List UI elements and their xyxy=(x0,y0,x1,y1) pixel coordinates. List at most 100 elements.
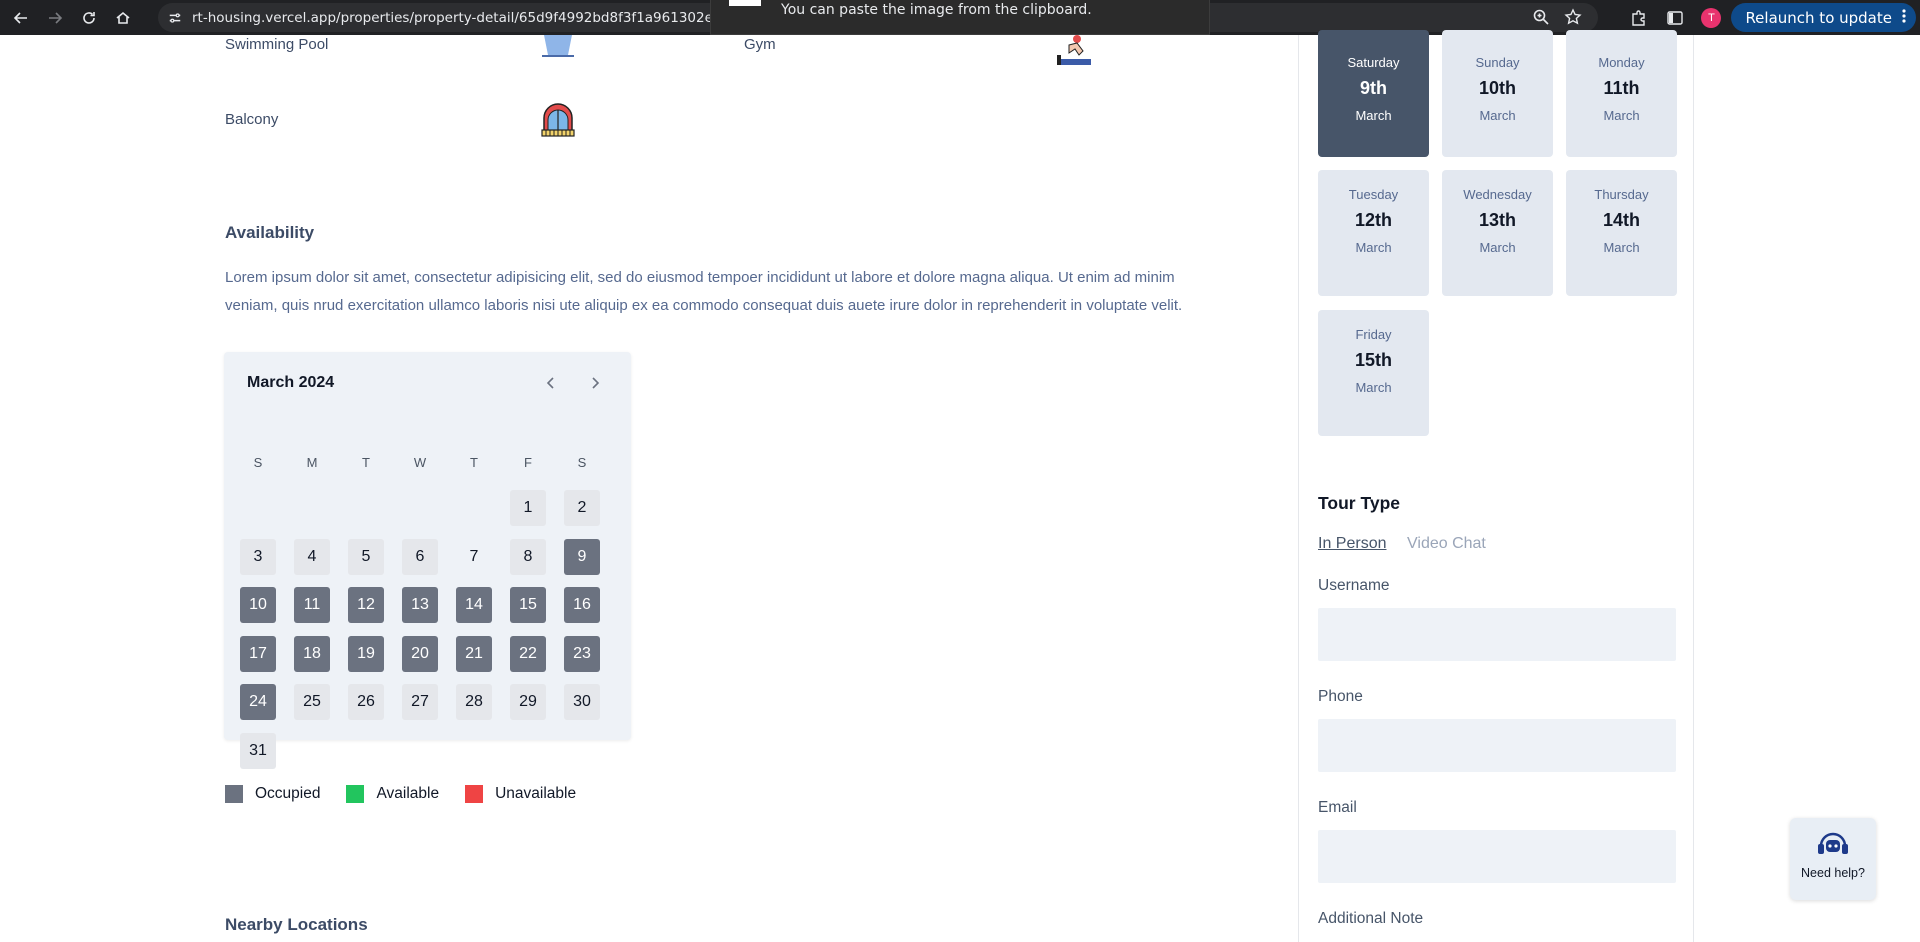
url-text[interactable]: rt-housing.vercel.app/properties/propert… xyxy=(192,10,713,26)
calendar-month-title: March 2024 xyxy=(247,374,335,391)
calendar-day[interactable]: 26 xyxy=(348,684,384,720)
date-card-month: March xyxy=(1355,108,1392,123)
calendar-day[interactable]: 2 xyxy=(564,490,600,526)
calendar-day[interactable]: 24 xyxy=(240,684,276,720)
legend-occupied-label: Occupied xyxy=(255,785,321,802)
date-card[interactable]: Sunday 10th March xyxy=(1442,30,1553,157)
date-card-month: March xyxy=(1355,240,1392,255)
extensions-icon[interactable] xyxy=(1629,8,1649,28)
calendar-day[interactable]: 1 xyxy=(510,490,546,526)
balcony-icon xyxy=(538,100,578,140)
date-card-weekday: Tuesday xyxy=(1348,187,1399,202)
legend-unavailable-label: Unavailable xyxy=(495,785,577,802)
date-card[interactable]: Tuesday 12th March xyxy=(1318,170,1429,296)
bookmark-star-icon[interactable] xyxy=(1564,8,1582,31)
calendar-day[interactable]: 5 xyxy=(348,538,384,575)
tour-type-heading: Tour Type xyxy=(1318,493,1400,513)
calendar-day[interactable]: 10 xyxy=(240,587,276,623)
tab-video-chat[interactable]: Video Chat xyxy=(1407,535,1486,553)
phone-input[interactable] xyxy=(1318,719,1676,772)
date-card-weekday: Monday xyxy=(1598,55,1645,70)
calendar-day[interactable]: 23 xyxy=(564,635,600,672)
calendar-day[interactable]: 30 xyxy=(564,684,600,720)
calendar-day[interactable]: 31 xyxy=(240,732,276,769)
prev-month-button[interactable] xyxy=(540,372,562,394)
next-month-button[interactable] xyxy=(584,372,606,394)
toast-mark xyxy=(729,0,761,6)
relaunch-label: Relaunch to update xyxy=(1745,8,1892,27)
occupied-swatch xyxy=(225,785,243,803)
calendar-legend: Occupied Available Unavailable xyxy=(225,785,602,803)
calendar-day[interactable]: 27 xyxy=(402,684,438,720)
calendar-day[interactable]: 3 xyxy=(240,538,276,575)
toast-text: You can paste the image from the clipboa… xyxy=(781,2,1092,18)
calendar-day[interactable]: 21 xyxy=(456,635,492,672)
date-card-month: March xyxy=(1603,240,1640,255)
calendar-day[interactable]: 25 xyxy=(294,684,330,720)
site-settings-icon[interactable] xyxy=(166,9,184,27)
calendar-day[interactable]: 18 xyxy=(294,635,330,672)
availability-heading: Availability xyxy=(225,223,315,242)
weekday-header: S xyxy=(577,455,587,470)
date-card[interactable]: Thursday 14th March xyxy=(1566,170,1677,296)
date-card[interactable]: Monday 11th March xyxy=(1566,30,1677,157)
calendar-day[interactable]: 14 xyxy=(456,587,492,623)
weekday-header: T xyxy=(362,455,370,470)
amenity-gym: Gym xyxy=(744,36,776,53)
profile-avatar[interactable]: T xyxy=(1701,7,1722,28)
weekday-header: M xyxy=(306,455,318,470)
calendar-day[interactable]: 8 xyxy=(510,538,546,575)
date-card[interactable]: Saturday 9th March xyxy=(1318,30,1429,157)
date-card[interactable]: Friday 15th March xyxy=(1318,310,1429,436)
email-input[interactable] xyxy=(1318,830,1676,883)
availability-description: Lorem ipsum dolor sit amet, consectetur … xyxy=(225,269,1183,314)
available-swatch xyxy=(346,785,365,803)
unavailable-swatch xyxy=(465,785,484,803)
calendar-day[interactable]: 13 xyxy=(402,587,438,623)
availability-calendar: March 2024 S M T W T F S 1 2 3 4 5 6 7 8 9 10 11 12 13 14 15 1… xyxy=(224,352,631,769)
legend-available: Available xyxy=(346,785,439,803)
username-input[interactable] xyxy=(1318,608,1676,661)
chevron-right-icon xyxy=(592,377,600,389)
date-card[interactable]: Wednesday 13th March xyxy=(1442,170,1553,296)
amenity-balcony: Balcony xyxy=(225,111,279,128)
calendar-day[interactable]: 15 xyxy=(510,587,546,623)
phone-label: Phone xyxy=(1318,688,1363,705)
calendar-day[interactable]: 11 xyxy=(294,587,330,623)
zoom-icon[interactable] xyxy=(1532,8,1550,31)
calendar-day[interactable]: 20 xyxy=(402,635,438,672)
amenity-swimming-pool: Swimming Pool xyxy=(225,36,329,53)
additional-note-label: Additional Note xyxy=(1318,910,1424,927)
date-card-number: 13th xyxy=(1478,210,1516,230)
nearby-locations-heading: Nearby Locations xyxy=(225,915,368,934)
tab-in-person[interactable]: In Person xyxy=(1318,535,1386,553)
more-menu-icon[interactable] xyxy=(1902,8,1906,28)
swimming-pool-icon xyxy=(538,35,578,57)
reload-icon[interactable] xyxy=(76,5,102,31)
calendar-day[interactable]: 12 xyxy=(348,587,384,623)
date-card-weekday: Saturday xyxy=(1347,55,1400,70)
calendar-day[interactable]: 4 xyxy=(294,538,330,575)
back-icon[interactable] xyxy=(8,5,34,31)
calendar-day[interactable]: 29 xyxy=(510,684,546,720)
calendar-day[interactable]: 22 xyxy=(510,635,546,672)
calendar-day[interactable]: 9 xyxy=(564,538,600,575)
username-label: Username xyxy=(1318,577,1390,594)
calendar-day[interactable]: 17 xyxy=(240,635,276,672)
calendar-day[interactable]: 7 xyxy=(456,539,492,575)
email-label: Email xyxy=(1318,799,1357,816)
date-card-month: March xyxy=(1603,108,1640,123)
side-panel-icon[interactable] xyxy=(1665,8,1685,28)
calendar-day[interactable]: 16 xyxy=(564,587,600,623)
weekday-header: W xyxy=(413,455,427,470)
home-icon[interactable] xyxy=(110,5,136,31)
need-help-label: Need help? xyxy=(1801,866,1865,880)
calendar-day[interactable]: 28 xyxy=(456,684,492,720)
weekday-header: T xyxy=(470,455,478,470)
forward-icon[interactable] xyxy=(42,5,68,31)
date-card-number: 15th xyxy=(1354,350,1392,370)
need-help-widget[interactable]: Need help? xyxy=(1790,818,1876,900)
calendar-day[interactable]: 6 xyxy=(402,538,438,575)
relaunch-button[interactable]: Relaunch to update xyxy=(1731,3,1916,32)
calendar-day[interactable]: 19 xyxy=(348,635,384,672)
